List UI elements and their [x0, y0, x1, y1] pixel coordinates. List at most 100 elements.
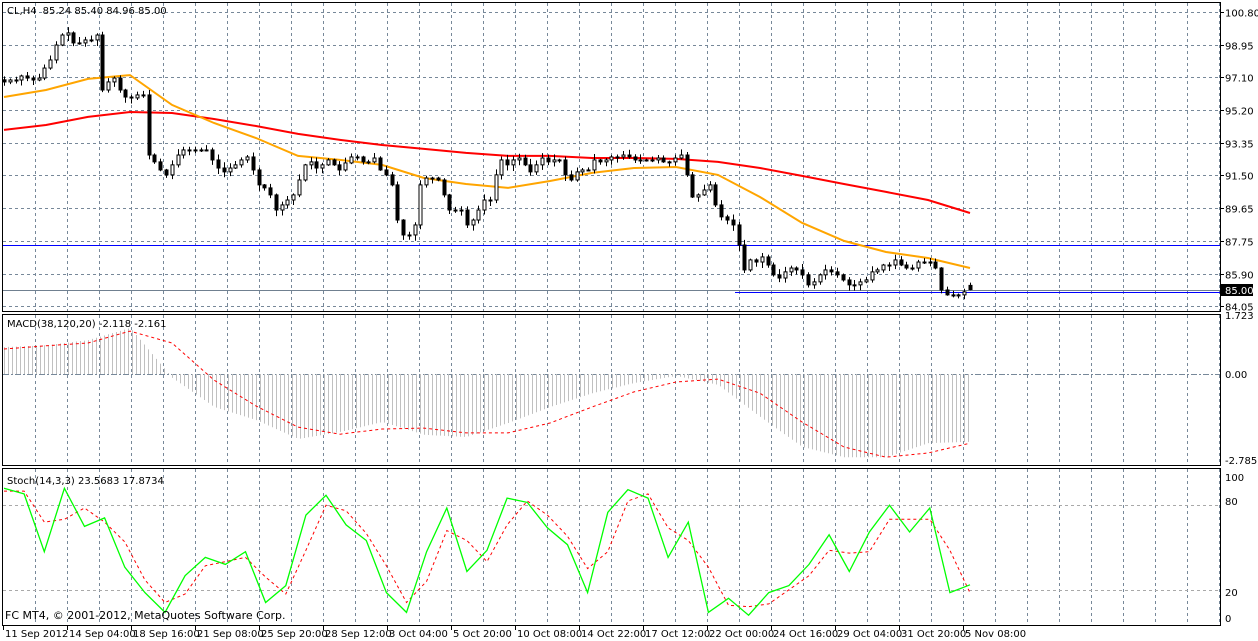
candle — [685, 152, 690, 177]
time-axis-label: 14 Sep 04:00 — [69, 629, 136, 640]
candle-body-bull — [343, 162, 348, 171]
candle — [673, 154, 678, 166]
candle — [285, 196, 290, 209]
chart-window[interactable]: 100.80 98.95 97.10 95.20 93.35 91.50 89.65 87.7… — [0, 0, 1258, 641]
candle-body-bear — [771, 264, 776, 276]
candle — [395, 181, 400, 224]
candle-body-bull — [511, 159, 516, 166]
candle-body-bull — [858, 281, 863, 286]
candle — [204, 145, 209, 152]
candle-body-bull — [453, 209, 458, 212]
candle-body-bull — [187, 149, 192, 152]
candle — [679, 149, 684, 160]
candle — [893, 254, 898, 270]
candle — [731, 214, 736, 231]
candle — [696, 193, 701, 202]
candle-body-bear — [31, 77, 36, 81]
candle-body-bull — [106, 81, 111, 91]
candle-body-bear — [401, 219, 406, 236]
candle — [407, 231, 412, 240]
macd-axis-label: -2.785 — [1225, 456, 1257, 467]
time-axis-label: 5 Nov 08:00 — [965, 629, 1026, 640]
candle-body-bear — [847, 279, 852, 286]
candle-body-bull — [228, 167, 233, 173]
candle — [401, 219, 406, 240]
stoch-axis-label: 0 — [1225, 614, 1231, 625]
candle-body-bull — [760, 256, 765, 263]
candle-body-bull — [818, 274, 823, 283]
candle-body-bull — [609, 156, 614, 161]
candle-body-bear — [951, 294, 956, 297]
candle — [881, 263, 886, 273]
candle — [499, 156, 504, 180]
time-axis-label: 10 Oct 08:00 — [517, 629, 582, 640]
candle-body-bear — [563, 159, 568, 176]
candle-body-bull — [650, 159, 655, 162]
candle — [8, 78, 13, 85]
candle-body-bear — [829, 269, 834, 273]
candle — [823, 264, 828, 280]
candle — [847, 277, 852, 291]
candle — [661, 155, 666, 163]
candle — [794, 266, 799, 275]
candle-body-bear — [685, 154, 690, 176]
candle — [297, 174, 302, 198]
stoch-axis-label: 20 — [1225, 588, 1238, 599]
candle — [118, 75, 123, 93]
candle-body-bear — [939, 267, 944, 291]
candle — [453, 206, 458, 213]
candle-body-bull — [8, 79, 13, 83]
candle — [100, 31, 105, 93]
candle-body-bear — [933, 261, 938, 269]
candle-body-bull — [494, 174, 499, 201]
candle-body-bull — [928, 261, 933, 264]
candle-body-bull — [48, 59, 53, 69]
candle — [633, 154, 638, 164]
candle-body-bear — [268, 187, 273, 196]
candle-body-bear — [598, 159, 603, 163]
candle-body-bull — [355, 156, 360, 159]
candle-body-bull — [413, 224, 418, 236]
candle-body-bear — [123, 89, 128, 98]
candle-body-bull — [19, 75, 24, 81]
candle — [904, 261, 909, 270]
candle-body-bear — [164, 169, 169, 176]
candle — [708, 181, 713, 193]
candle-body-bull — [789, 267, 794, 273]
candle — [598, 158, 603, 165]
candle-body-bull — [14, 79, 19, 82]
price-chart[interactable] — [2, 27, 1220, 300]
candle — [760, 252, 765, 268]
candle — [875, 267, 880, 275]
time-axis-label: 5 Oct 20:00 — [453, 629, 512, 640]
candle-body-bull — [552, 159, 557, 163]
candle — [968, 282, 973, 291]
candle-body-bull — [349, 156, 354, 164]
candle — [239, 157, 244, 168]
candle — [176, 149, 181, 168]
candle — [447, 193, 452, 215]
candle — [390, 171, 395, 187]
candle — [60, 33, 65, 47]
time-axis-label: 18 Sep 16:00 — [133, 629, 200, 640]
candle-body-bull — [424, 177, 429, 186]
candle — [511, 156, 516, 171]
candle — [303, 163, 308, 182]
candle-body-bull — [823, 269, 828, 276]
candle — [141, 90, 146, 98]
candle — [609, 154, 614, 165]
ohlc-values: 85.24 85.40 84.96 85.00 — [43, 6, 167, 17]
candle-body-bear — [100, 34, 105, 91]
candle-body-bear — [899, 259, 904, 266]
candle — [766, 254, 771, 268]
candle-body-bull — [887, 264, 892, 267]
macd-axis-label: 1.723 — [1225, 311, 1254, 322]
candle — [77, 37, 82, 45]
candle — [656, 155, 661, 164]
candle-body-bear — [147, 94, 152, 156]
stochastic-panel[interactable] — [3, 486, 971, 617]
candle-body-bull — [557, 159, 562, 162]
candle-body-bear — [390, 174, 395, 186]
candle-body-bear — [71, 32, 76, 44]
macd-panel[interactable] — [3, 328, 971, 458]
